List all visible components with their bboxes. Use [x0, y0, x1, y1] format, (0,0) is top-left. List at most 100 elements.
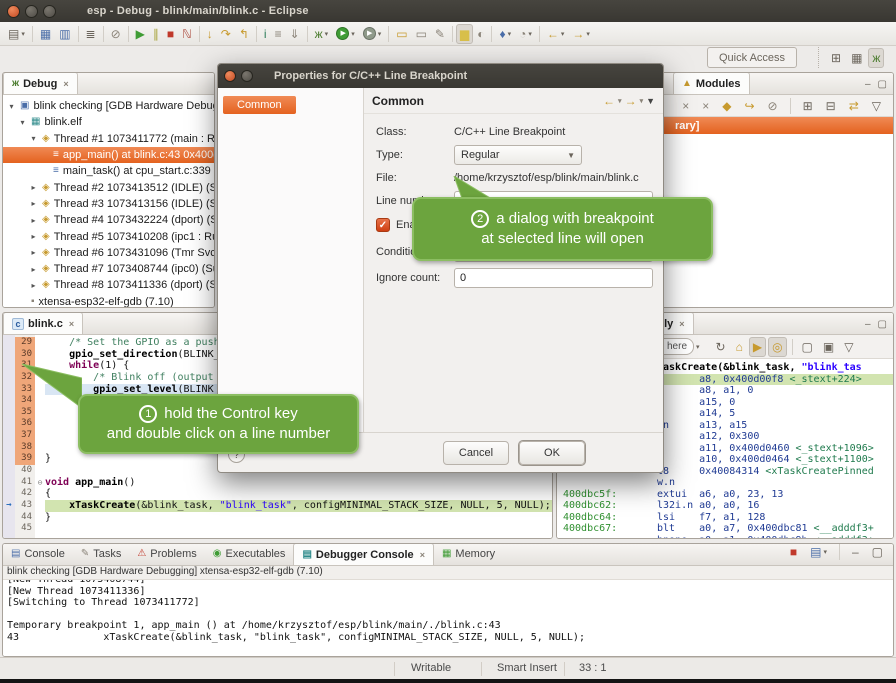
close-icon[interactable]: × — [679, 319, 684, 329]
disassembly-line[interactable]: w.n — [557, 477, 893, 489]
line-number[interactable]: 38 — [15, 442, 35, 454]
terminate-icon[interactable]: ■ — [163, 24, 178, 44]
debug-icon[interactable]: ж▾ — [311, 24, 333, 44]
editor-line-42[interactable]: 42{ — [3, 488, 552, 500]
expand-all-icon[interactable]: ⊞ — [799, 96, 817, 116]
drop-to-frame-icon[interactable]: ⇓ — [286, 24, 304, 44]
maximize-icon[interactable]: ▢ — [868, 543, 887, 562]
debug-tree-item[interactable]: ▸◈Thread #8 1073411336 (dport) (Sus — [3, 277, 214, 293]
remove-module-icon[interactable]: × — [678, 96, 693, 116]
line-number[interactable]: 41 — [15, 477, 35, 489]
fold-icon[interactable]: ⊖ — [35, 477, 45, 489]
console-tab-console[interactable]: ▤Console — [3, 543, 73, 565]
disconnect-icon[interactable]: ℕ — [178, 24, 196, 44]
debug-tree-item[interactable]: ▸◈Thread #7 1073408744 (ipc0) (Susp — [3, 261, 214, 277]
step-into-icon[interactable]: ↓ — [203, 24, 217, 44]
enabled-checkbox[interactable]: ✓ — [376, 218, 390, 232]
skip-all-breakpoints-icon[interactable]: ⊘ — [107, 24, 125, 44]
save-all-icon[interactable]: ▥ — [55, 24, 74, 44]
dialog-minimize-button[interactable] — [241, 70, 253, 82]
open-new-view-icon[interactable]: ▢ — [798, 337, 817, 357]
window-maximize-button[interactable] — [43, 5, 56, 18]
link-with-view-icon[interactable]: ⇄ — [845, 96, 863, 116]
cpp-perspective-icon[interactable]: ▦ — [847, 48, 866, 68]
debug-tree-item[interactable]: ▾▣blink checking [GDB Hardware Debug — [3, 98, 214, 114]
debug-tree-item[interactable]: ▾▦blink.elf — [3, 114, 214, 130]
disassembly-line[interactable]: 400dbc67:blt a0, a7, 0x400dbc81 <__adddf… — [557, 523, 893, 535]
line-number[interactable]: 37 — [15, 430, 35, 442]
maximize-icon[interactable]: ▢ — [878, 79, 887, 90]
add-symbols-icon[interactable]: ◆ — [718, 96, 735, 116]
debug-tree-item[interactable]: ≡main_task() at cpu_start.c:339 0x4 — [3, 163, 214, 179]
line-number[interactable]: 43 — [15, 500, 35, 512]
debug-tree-item[interactable]: ▾◈Thread #1 1073411772 (main : Runn — [3, 131, 214, 147]
show-execution-view-icon[interactable]: ≡ — [271, 24, 286, 44]
debug-tree-item[interactable]: ▪xtensa-esp32-elf-gdb (7.10) — [3, 294, 214, 307]
refresh-icon[interactable]: ↻ — [712, 337, 730, 357]
remove-all-modules-icon[interactable]: × — [698, 96, 713, 116]
editor-line-43[interactable]: →43 xTaskCreate(&blink_task, "blink_task… — [3, 500, 552, 512]
view-menu-icon[interactable]: ▽ — [868, 96, 885, 116]
console-tab-memory[interactable]: ▦Memory — [434, 543, 503, 565]
debug-perspective-icon[interactable]: ж — [868, 48, 884, 68]
disassembly-line[interactable]: 400dbc5f:extui a6, a0, 23, 13 — [557, 489, 893, 501]
disassembly-line[interactable]: 400dbc62:l32i.n a0, a0, 16 — [557, 500, 893, 512]
load-symbols-icon[interactable]: ↪ — [740, 96, 758, 116]
line-number[interactable]: 29 — [15, 337, 35, 349]
track-expression-icon[interactable]: ◎ — [768, 337, 786, 357]
console-tab-problems[interactable]: ⚠Problems — [129, 543, 204, 565]
line-number[interactable]: 30 — [15, 349, 35, 361]
debug-tree-item[interactable]: ▸◈Thread #5 1073410208 (ipc1 : Runni — [3, 228, 214, 244]
suspend-icon[interactable]: ∥ — [149, 24, 163, 44]
chevron-down-icon[interactable]: ▾ — [696, 343, 700, 351]
record-icon[interactable]: ♦▾ — [495, 24, 515, 44]
line-number[interactable]: 40 — [15, 465, 35, 477]
minimize-icon[interactable]: – — [865, 319, 871, 330]
toggle-comment-icon[interactable]: ◐ — [473, 24, 488, 44]
sync-with-pc-icon[interactable]: ▶ — [749, 337, 766, 357]
profile-icon[interactable]: ◔▾ — [515, 24, 536, 44]
view-menu-icon[interactable]: ▽ — [840, 337, 857, 357]
pin-view-icon[interactable]: ▣ — [819, 337, 838, 357]
new-wizard-icon[interactable]: ▤▾ — [4, 24, 29, 44]
open-perspective-icon[interactable]: ⊞ — [827, 48, 845, 68]
dialog-close-button[interactable] — [224, 70, 236, 82]
close-icon[interactable]: × — [63, 79, 68, 89]
clear-symbols-icon[interactable]: ⊘ — [764, 96, 782, 116]
annotate-icon[interactable]: ✎ — [431, 24, 449, 44]
mark-occurrences-icon[interactable]: ▆ — [456, 24, 473, 44]
debug-tree-item[interactable]: ▸◈Thread #4 1073432224 (dport) (Sus — [3, 212, 214, 228]
back-icon[interactable]: ←▾ — [543, 24, 569, 44]
close-icon[interactable]: × — [420, 550, 425, 560]
open-folder-icon[interactable]: ▭ — [392, 24, 411, 44]
view-menu-icon[interactable]: ▼ — [646, 96, 655, 106]
binary-console-icon[interactable]: ≣ — [82, 24, 100, 44]
open-console-icon[interactable]: ▤▾ — [806, 543, 831, 562]
line-number[interactable]: 45 — [15, 523, 35, 535]
external-tools-icon[interactable]: ▶▾ — [359, 24, 386, 44]
save-icon[interactable]: ▦ — [36, 24, 55, 44]
debug-tree-item[interactable]: ▸◈Thread #6 1073431096 (Tmr Svc) (S — [3, 245, 214, 261]
disassembly-line[interactable]: 400dbc64:lsi f7, a1, 128 — [557, 512, 893, 524]
cancel-button[interactable]: Cancel — [443, 441, 509, 465]
tab-debug[interactable]: ж Debug × — [3, 72, 78, 94]
back-icon[interactable]: ← — [603, 94, 615, 108]
editor-line-44[interactable]: 44} — [3, 512, 552, 524]
disassembly-line[interactable]: bnone a0, a1, 0x400dbc9b <__adddf3+ — [557, 535, 893, 539]
minimize-icon[interactable]: – — [865, 79, 871, 90]
run-icon[interactable]: ▶▾ — [332, 24, 359, 44]
open-resource-icon[interactable]: ▭ — [412, 24, 431, 44]
tab-blink-c[interactable]: c blink.c × — [3, 312, 83, 334]
debug-tree-item[interactable]: ≡app_main() at blink.c:43 0x400dbc — [3, 147, 214, 163]
collapse-all-icon[interactable]: ⊟ — [822, 96, 840, 116]
maximize-icon[interactable]: ▢ — [878, 319, 887, 330]
editor-line-45[interactable]: 45 — [3, 523, 552, 535]
forward-icon[interactable]: → — [625, 94, 637, 108]
home-icon[interactable]: ⌂ — [732, 337, 747, 357]
minimize-icon[interactable]: – — [848, 543, 863, 562]
debug-tree-item[interactable]: ▸◈Thread #2 1073413512 (IDLE) (Susp — [3, 179, 214, 195]
ignore-count-input[interactable] — [454, 268, 653, 288]
debug-tree-item[interactable]: ▸◈Thread #3 1073413156 (IDLE) (Susp — [3, 196, 214, 212]
sidebar-item-common[interactable]: Common — [223, 96, 296, 114]
quick-access-button[interactable]: Quick Access — [707, 47, 797, 68]
